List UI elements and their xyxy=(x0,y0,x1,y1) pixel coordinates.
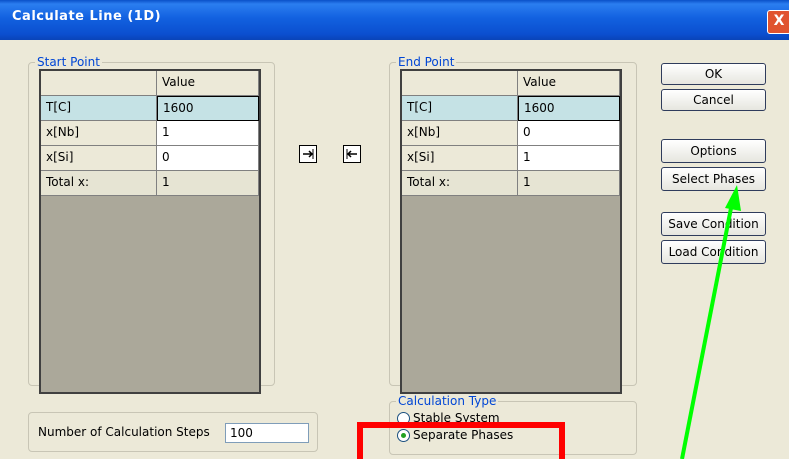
row-label-total-x: Total x: xyxy=(41,171,157,196)
save-condition-button[interactable]: Save Condition xyxy=(661,212,766,236)
ok-button[interactable]: OK xyxy=(661,63,766,85)
steps-label: Number of Calculation Steps xyxy=(38,425,210,439)
end-temperature-cell[interactable]: 1600 xyxy=(518,96,620,121)
radio-selected-dot xyxy=(401,433,406,438)
calculation-steps-input[interactable]: 100 xyxy=(225,423,309,443)
separate-phases-label: Separate Phases xyxy=(413,428,514,442)
start-temperature-cell[interactable]: 1600 xyxy=(157,96,259,121)
arrow-left-icon xyxy=(346,149,357,159)
calculation-type-label: Calculation Type xyxy=(396,394,499,408)
row-label-total-x: Total x: xyxy=(402,171,518,196)
copy-to-end-button[interactable] xyxy=(299,145,317,163)
copy-to-start-button[interactable] xyxy=(343,145,361,163)
end-total-x-cell: 1 xyxy=(518,171,620,196)
end-point-grid: Value T[C] 1600 x[Nb] 0 x[Si] 1 Total x:… xyxy=(400,69,622,394)
close-button[interactable]: X xyxy=(767,10,789,34)
title-bar[interactable]: Calculate Line (1D) X xyxy=(0,0,789,40)
radio-button-selected[interactable] xyxy=(397,429,410,442)
row-label-temperature: T[C] xyxy=(41,96,157,121)
select-phases-button[interactable]: Select Phases xyxy=(661,167,766,191)
end-point-label: End Point xyxy=(396,55,457,69)
row-label-x-si: x[Si] xyxy=(41,146,157,171)
value-column-header: Value xyxy=(157,71,259,96)
stable-system-label: Stable System xyxy=(413,411,500,425)
load-condition-button[interactable]: Load Condition xyxy=(661,240,766,264)
row-label-x-nb: x[Nb] xyxy=(402,121,518,146)
start-x-si-cell[interactable]: 0 xyxy=(157,146,259,171)
arrow-right-icon xyxy=(303,149,314,159)
start-x-nb-cell[interactable]: 1 xyxy=(157,121,259,146)
dialog-title: Calculate Line (1D) xyxy=(12,9,162,24)
start-point-grid: Value T[C] 1600 x[Nb] 1 x[Si] 0 Total x:… xyxy=(39,69,261,394)
start-point-label: Start Point xyxy=(35,55,102,69)
radio-stable-system[interactable]: Stable System xyxy=(397,411,547,426)
end-x-si-cell[interactable]: 1 xyxy=(518,146,620,171)
row-label-x-nb: x[Nb] xyxy=(41,121,157,146)
row-label-temperature: T[C] xyxy=(402,96,518,121)
radio-separate-phases[interactable]: Separate Phases xyxy=(397,428,547,443)
start-total-x-cell: 1 xyxy=(157,171,259,196)
calculate-line-dialog: Calculate Line (1D) X Start Point Value … xyxy=(0,0,789,459)
grid-corner-cell xyxy=(41,71,157,96)
end-x-nb-cell[interactable]: 0 xyxy=(518,121,620,146)
row-label-x-si: x[Si] xyxy=(402,146,518,171)
value-column-header: Value xyxy=(518,71,620,96)
cancel-button[interactable]: Cancel xyxy=(661,89,766,111)
radio-button-unselected[interactable] xyxy=(397,412,410,425)
grid-corner-cell xyxy=(402,71,518,96)
options-button[interactable]: Options xyxy=(661,139,766,163)
close-icon: X xyxy=(773,13,785,29)
